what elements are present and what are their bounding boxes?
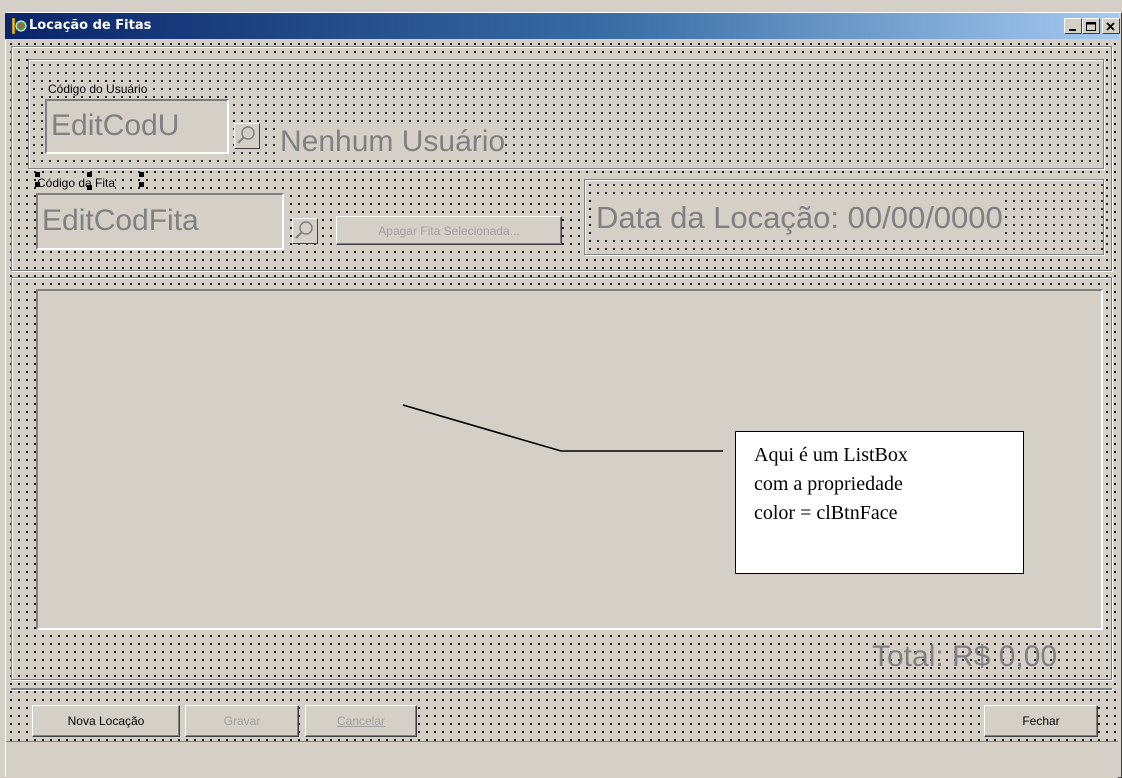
search-tape-button[interactable] bbox=[292, 218, 318, 244]
selection-handle bbox=[35, 182, 40, 187]
footer-divider bbox=[11, 688, 1112, 690]
window-title: Locação de Fitas bbox=[29, 18, 152, 33]
close-form-button[interactable]: Fechar bbox=[984, 705, 1098, 737]
selection-handle bbox=[87, 185, 92, 190]
user-name-label: Nenhum Usuário bbox=[280, 125, 506, 159]
user-code-label: Código do Usuário bbox=[48, 82, 148, 96]
selection-handle bbox=[139, 182, 144, 187]
magnifier-icon bbox=[295, 221, 313, 239]
annotation-callout: Aqui é um ListBox com a propriedade colo… bbox=[735, 431, 1024, 574]
minimize-button[interactable] bbox=[1064, 18, 1082, 34]
selection-handle bbox=[35, 172, 40, 177]
maximize-icon bbox=[1086, 22, 1096, 31]
close-icon bbox=[1106, 22, 1115, 31]
form-client-area: Código do Usuário EditCodU Nenhum Usuári… bbox=[6, 39, 1118, 741]
selection-handle bbox=[87, 172, 92, 177]
title-bar[interactable]: Locação de Fitas bbox=[5, 13, 1120, 39]
status-bar bbox=[6, 741, 1118, 778]
save-button[interactable]: Gravar bbox=[185, 705, 299, 737]
close-button[interactable] bbox=[1102, 18, 1120, 34]
search-user-button[interactable] bbox=[234, 123, 260, 149]
app-icon bbox=[11, 17, 27, 35]
rental-date-label: Data da Locação: 00/00/0000 bbox=[596, 200, 1003, 236]
minimize-icon bbox=[1069, 29, 1076, 31]
total-label: Total: R$ 0,00 bbox=[872, 640, 1058, 673]
annotation-pointer bbox=[402, 404, 723, 452]
annotation-line: Aqui é um ListBox bbox=[754, 444, 908, 466]
selection-handle bbox=[139, 172, 144, 177]
user-code-input[interactable]: EditCodU bbox=[45, 99, 229, 154]
new-rental-button[interactable]: Nova Locação bbox=[32, 705, 180, 737]
annotation-line: com a propriedade bbox=[754, 473, 903, 495]
tape-code-label: Código da Fita bbox=[37, 176, 116, 190]
annotation-line: color = clBtnFace bbox=[754, 502, 898, 524]
delete-selected-tape-button[interactable]: Apagar Fita Selecionada... bbox=[336, 216, 562, 245]
maximize-button[interactable] bbox=[1082, 18, 1100, 34]
cancel-button[interactable]: Cancelar bbox=[305, 705, 417, 737]
tape-code-input[interactable]: EditCodFita bbox=[36, 193, 284, 250]
magnifier-icon bbox=[237, 126, 255, 144]
